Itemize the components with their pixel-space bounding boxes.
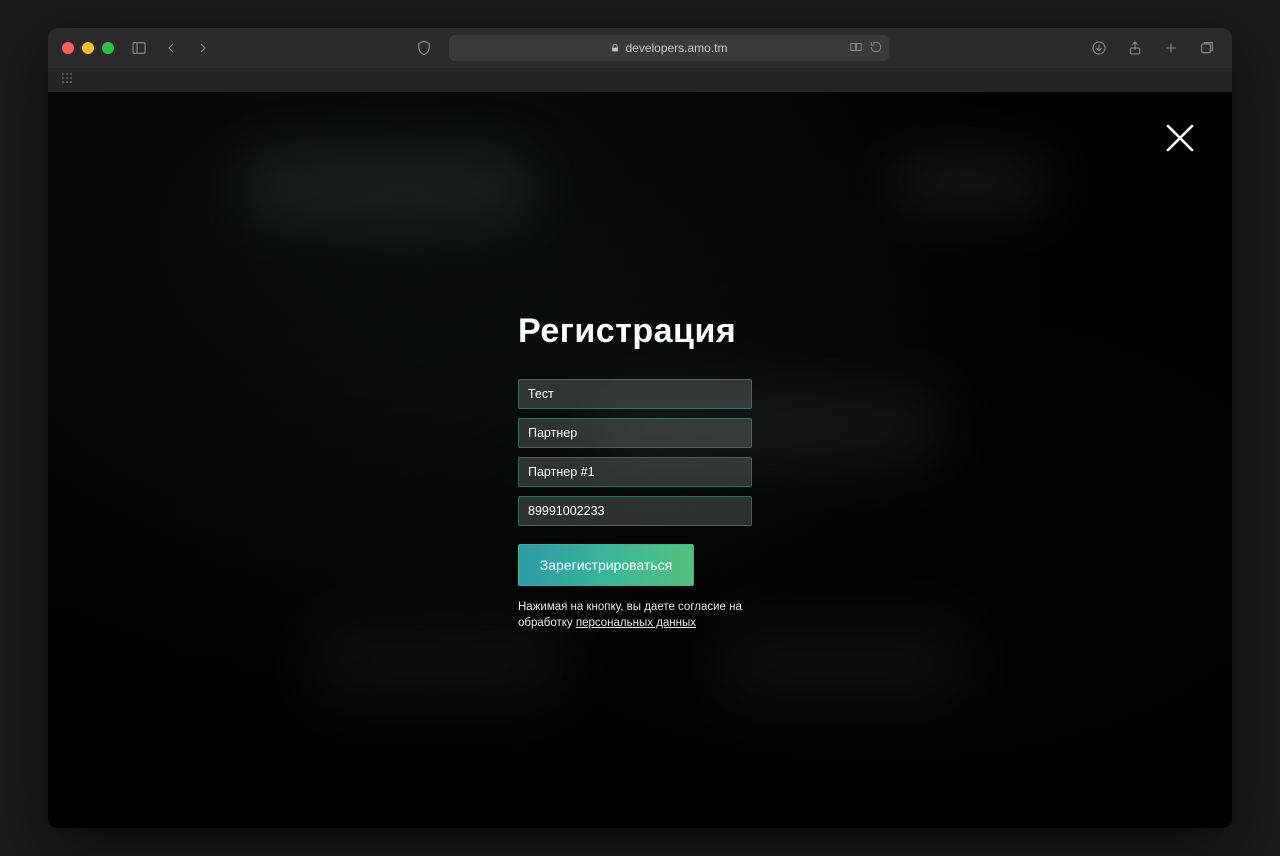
phone-input[interactable] bbox=[528, 504, 742, 518]
sidebar-toggle-icon[interactable] bbox=[128, 37, 150, 59]
background-blur bbox=[308, 618, 568, 708]
browser-titlebar: developers.amo.tm bbox=[48, 28, 1232, 68]
privacy-shield-icon[interactable] bbox=[413, 37, 435, 59]
forward-button[interactable] bbox=[192, 37, 214, 59]
phone-field-wrapper bbox=[518, 496, 752, 526]
new-tab-icon[interactable] bbox=[1160, 37, 1182, 59]
reload-icon[interactable] bbox=[869, 40, 883, 57]
window-minimize-button[interactable] bbox=[82, 42, 94, 54]
consent-link[interactable]: персональных данных bbox=[576, 617, 696, 629]
register-button[interactable]: Зарегистрироваться bbox=[518, 544, 694, 586]
window-zoom-button[interactable] bbox=[102, 42, 114, 54]
lock-icon bbox=[610, 43, 620, 53]
company-input[interactable] bbox=[528, 465, 742, 479]
modal-title: Регистрация bbox=[518, 312, 778, 351]
tab-overview-icon[interactable] bbox=[1196, 37, 1218, 59]
background-blur bbox=[712, 618, 972, 708]
background-blur bbox=[892, 152, 1052, 212]
downloads-icon[interactable] bbox=[1088, 37, 1110, 59]
background-blur bbox=[238, 152, 538, 222]
favorites-bar bbox=[48, 68, 1232, 92]
window-close-button[interactable] bbox=[62, 42, 74, 54]
browser-window: developers.amo.tm bbox=[48, 28, 1232, 828]
consent-text: Нажимая на кнопку, вы даете согласие на … bbox=[518, 600, 748, 631]
reader-translate-icon[interactable] bbox=[849, 40, 863, 57]
last-name-field-wrapper bbox=[518, 418, 752, 448]
register-button-label: Зарегистрироваться bbox=[540, 557, 672, 573]
share-icon[interactable] bbox=[1124, 37, 1146, 59]
first-name-input[interactable] bbox=[528, 387, 742, 401]
address-bar[interactable]: developers.amo.tm bbox=[449, 35, 889, 61]
page-content: Регистрация Зарегистрироваться Нажимая н… bbox=[48, 92, 1232, 828]
last-name-input[interactable] bbox=[528, 426, 742, 440]
window-controls bbox=[62, 42, 114, 54]
address-bar-url: developers.amo.tm bbox=[625, 41, 727, 55]
registration-modal: Регистрация Зарегистрироваться Нажимая н… bbox=[518, 312, 778, 631]
back-button[interactable] bbox=[160, 37, 182, 59]
apps-grid-icon[interactable] bbox=[60, 71, 74, 90]
first-name-field-wrapper bbox=[518, 379, 752, 409]
modal-close-button[interactable] bbox=[1162, 120, 1198, 156]
company-field-wrapper bbox=[518, 457, 752, 487]
